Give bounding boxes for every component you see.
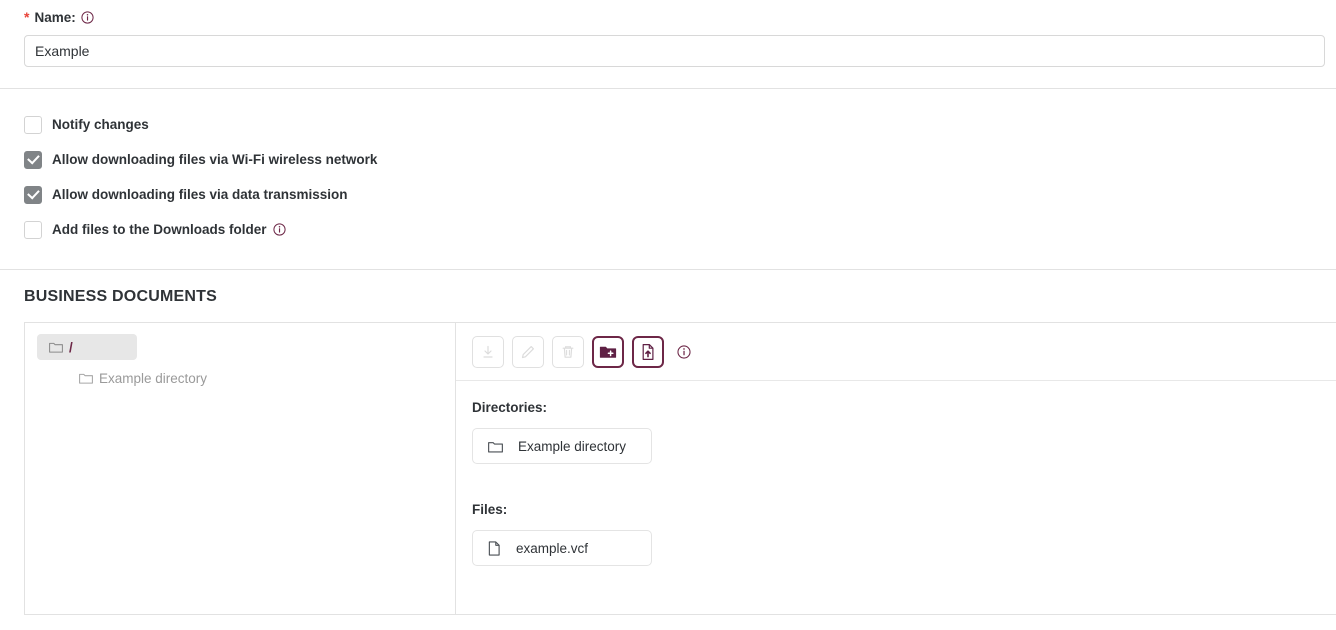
tree-node-label: /: [69, 339, 73, 355]
checkbox-allow-data-download[interactable]: [24, 185, 42, 204]
info-circle-icon[interactable]: [81, 10, 94, 24]
section-title: BUSINESS DOCUMENTS: [24, 288, 217, 305]
contents-listing: Directories: Example directory Files: ex…: [456, 381, 1336, 566]
name-input[interactable]: [24, 35, 1325, 67]
folder-icon: [49, 341, 63, 353]
info-circle-icon[interactable]: [677, 344, 691, 359]
files-label: Files:: [472, 502, 508, 517]
directory-entry-name: Example directory: [518, 438, 627, 454]
directory-tree-panel: / Example directory: [24, 323, 456, 614]
option-row-notify-changes[interactable]: Notify changes: [24, 107, 1312, 142]
option-label: Notify changes: [52, 117, 149, 132]
file-entry-name: example.vcf: [516, 540, 589, 556]
name-field-group: * Name:: [0, 0, 1336, 67]
tree-node-example-directory[interactable]: Example directory: [67, 365, 219, 391]
rename-button[interactable]: [512, 335, 544, 368]
tree-node-root[interactable]: /: [37, 334, 137, 360]
checkbox-add-to-downloads[interactable]: [24, 220, 42, 239]
folder-icon: [79, 372, 93, 384]
tree-node-label: Example directory: [99, 370, 208, 386]
checkbox-allow-wifi-download[interactable]: [24, 150, 42, 169]
option-label-group: Add files to the Downloads folder: [52, 222, 286, 237]
name-label: Name:: [34, 9, 76, 25]
checkbox-notify-changes[interactable]: [24, 115, 42, 134]
option-row-allow-data-download[interactable]: Allow downloading files via data transmi…: [24, 177, 1312, 212]
option-row-allow-wifi-download[interactable]: Allow downloading files via Wi-Fi wirele…: [24, 142, 1312, 177]
option-label: Allow downloading files via data transmi…: [52, 187, 348, 202]
required-asterisk: *: [24, 9, 30, 25]
file-browser: / Example directory Directories: Example…: [24, 322, 1336, 615]
folder-icon: [488, 440, 503, 453]
info-circle-icon[interactable]: [272, 223, 286, 236]
directory-entry[interactable]: Example directory: [472, 428, 652, 464]
file-toolbar: [456, 323, 1336, 381]
file-icon: [488, 540, 501, 556]
directory-contents-panel: Directories: Example directory Files: ex…: [456, 323, 1336, 614]
option-row-add-to-downloads[interactable]: Add files to the Downloads folder: [24, 212, 1312, 247]
directories-label: Directories:: [472, 400, 548, 415]
name-label-row: * Name:: [24, 8, 1312, 26]
option-label: Allow downloading files via Wi-Fi wirele…: [52, 152, 378, 167]
new-folder-button[interactable]: [592, 335, 624, 368]
delete-button[interactable]: [552, 335, 584, 368]
download-button[interactable]: [472, 335, 504, 368]
upload-file-button[interactable]: [632, 335, 664, 368]
option-label: Add files to the Downloads folder: [52, 222, 267, 237]
file-entry[interactable]: example.vcf: [472, 530, 652, 566]
settings-page: * Name: Notify changes Allow downloading…: [0, 0, 1336, 630]
options-list: Notify changes Allow downloading files v…: [0, 89, 1336, 247]
